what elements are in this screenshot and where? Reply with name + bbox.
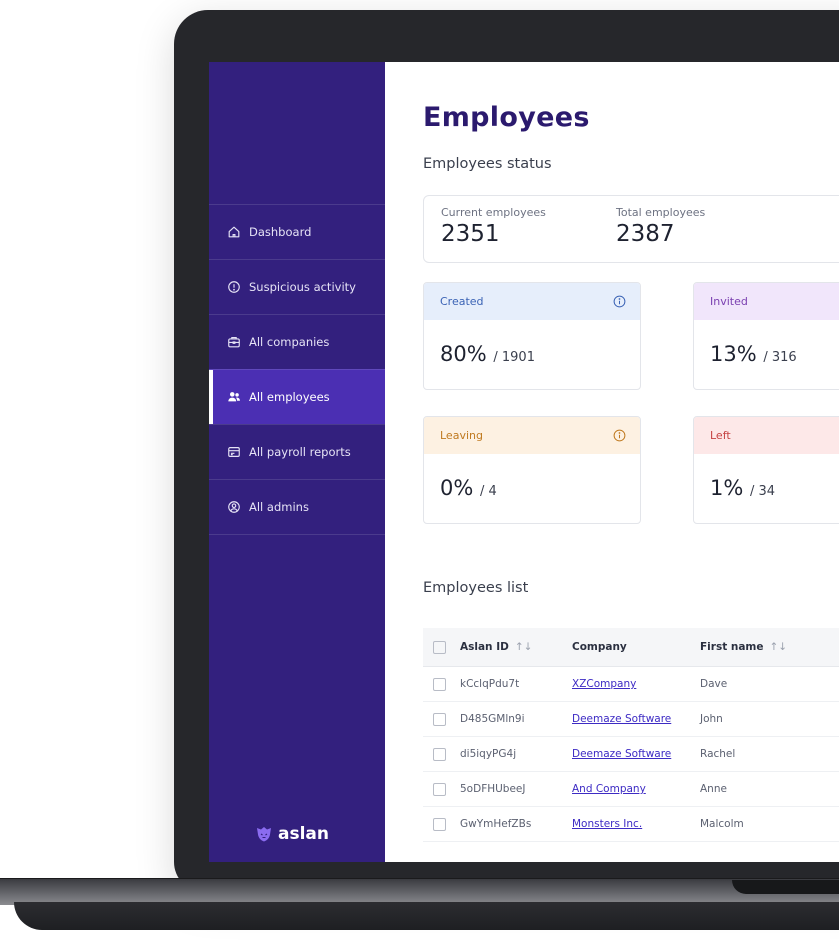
cell-aslan-id: di5iqyPG4j xyxy=(460,748,517,760)
sort-icon[interactable]: ↑↓ xyxy=(770,641,788,653)
column-header-first-name[interactable]: First name ↑↓ xyxy=(700,641,810,653)
admin-icon xyxy=(227,500,241,514)
table-row[interactable]: 5oDFHUbeeJ And Company Anne xyxy=(423,772,839,807)
card-header: Leaving xyxy=(424,417,640,454)
total-employees-stat: Total employees 2387 xyxy=(616,206,705,247)
laptop-notch xyxy=(732,880,839,894)
sidebar-item-label: Suspicious activity xyxy=(249,280,356,294)
cell-company-link[interactable]: Deemaze Software xyxy=(572,748,700,760)
cell-first-name: Dave xyxy=(700,678,728,690)
users-icon xyxy=(227,390,241,404)
briefcase-icon xyxy=(227,335,241,349)
info-icon[interactable] xyxy=(613,429,626,442)
logo-text: aslan xyxy=(278,824,329,844)
select-all-checkbox[interactable] xyxy=(433,640,446,654)
row-checkbox[interactable] xyxy=(433,817,446,831)
column-header-label: First name xyxy=(700,641,764,653)
main-content: Employees Employees status Current emplo… xyxy=(385,62,839,862)
row-checkbox[interactable] xyxy=(433,712,446,726)
sort-icon[interactable]: ↑↓ xyxy=(515,641,533,653)
cell-aslan-id: D485GMln9i xyxy=(460,713,525,725)
sidebar-nav: Dashboard Suspicious activity All compan… xyxy=(209,204,385,535)
cell-first-name: Anne xyxy=(700,783,727,795)
totals-card: Current employees 2351 Total employees 2… xyxy=(423,195,839,263)
card-value: 0% / 4 xyxy=(424,454,640,500)
current-employees-value: 2351 xyxy=(441,221,500,247)
status-heading: Employees status xyxy=(423,156,552,172)
column-header-label: Aslan ID xyxy=(460,641,509,653)
card-percent: 0% xyxy=(440,476,474,500)
status-card-created: Created 80% / 1901 xyxy=(423,282,641,390)
column-header-company: Company xyxy=(572,641,627,653)
card-fraction: / 1901 xyxy=(493,350,535,365)
card-fraction: / 316 xyxy=(763,350,797,365)
cell-aslan-id: kCclqPdu7t xyxy=(460,678,520,690)
sidebar-item-label: All companies xyxy=(249,335,330,349)
sidebar-item-label: All payroll reports xyxy=(249,445,351,459)
home-icon xyxy=(227,225,241,239)
card-header: Invited xyxy=(694,283,839,320)
card-value: 13% / 316 xyxy=(694,320,839,366)
card-label: Created xyxy=(440,295,484,308)
aslan-logo[interactable]: aslan xyxy=(255,824,329,844)
current-employees-label: Current employees xyxy=(441,206,546,219)
table-header-row: Aslan ID ↑↓ Company First name ↑↓ xyxy=(423,628,839,667)
card-label: Left xyxy=(710,429,731,442)
table-row[interactable]: di5iqyPG4j Deemaze Software Rachel xyxy=(423,737,839,772)
status-card-leaving: Leaving 0% / 4 xyxy=(423,416,641,524)
cell-first-name: John xyxy=(700,713,723,725)
sidebar-item-all-employees[interactable]: All employees xyxy=(209,369,385,424)
card-label: Leaving xyxy=(440,429,483,442)
total-employees-label: Total employees xyxy=(616,206,706,219)
payroll-icon xyxy=(227,445,241,459)
card-value: 1% / 34 xyxy=(694,454,839,500)
laptop-base xyxy=(0,878,839,905)
row-checkbox[interactable] xyxy=(433,782,446,796)
info-icon[interactable] xyxy=(613,295,626,308)
cell-first-name: Rachel xyxy=(700,748,736,760)
table-row[interactable]: kCclqPdu7t XZCompany Dave xyxy=(423,667,839,702)
cell-aslan-id: GwYmHefZBs xyxy=(460,818,532,830)
cell-company-link[interactable]: Deemaze Software xyxy=(572,713,700,725)
cell-company-link[interactable]: XZCompany xyxy=(572,678,700,690)
cell-company-link[interactable]: Monsters Inc. xyxy=(572,818,700,830)
sidebar-item-all-admins[interactable]: All admins xyxy=(209,479,385,535)
card-header: Created xyxy=(424,283,640,320)
current-employees-stat: Current employees 2351 xyxy=(441,206,546,247)
screen: Dashboard Suspicious activity All compan… xyxy=(209,62,839,862)
card-label: Invited xyxy=(710,295,748,308)
employees-table: Aslan ID ↑↓ Company First name ↑↓ kCclqPdu… xyxy=(423,628,839,842)
status-card-invited: Invited 13% / 316 xyxy=(693,282,839,390)
list-heading: Employees list xyxy=(423,580,529,596)
status-card-left: Left 1% / 34 xyxy=(693,416,839,524)
alert-circle-icon xyxy=(227,280,241,294)
cell-first-name: Malcolm xyxy=(700,818,744,830)
row-checkbox[interactable] xyxy=(433,747,446,761)
lion-logo-icon xyxy=(257,827,271,842)
table-row[interactable]: D485GMln9i Deemaze Software John xyxy=(423,702,839,737)
sidebar-item-label: All employees xyxy=(249,390,330,404)
sidebar-item-label: Dashboard xyxy=(249,225,312,239)
sidebar: Dashboard Suspicious activity All compan… xyxy=(209,62,385,862)
sidebar-item-dashboard[interactable]: Dashboard xyxy=(209,204,385,259)
card-header: Left xyxy=(694,417,839,454)
cell-aslan-id: 5oDFHUbeeJ xyxy=(460,783,526,795)
page-title: Employees xyxy=(423,102,590,133)
sidebar-item-label: All admins xyxy=(249,500,309,514)
table-row[interactable]: GwYmHefZBs Monsters Inc. Malcolm xyxy=(423,807,839,842)
card-percent: 1% xyxy=(710,476,744,500)
cell-company-link[interactable]: And Company xyxy=(572,783,700,795)
sidebar-item-all-companies[interactable]: All companies xyxy=(209,314,385,369)
row-checkbox[interactable] xyxy=(433,677,446,691)
card-percent: 13% xyxy=(710,342,757,366)
card-percent: 80% xyxy=(440,342,487,366)
column-header-aslan-id[interactable]: Aslan ID ↑↓ xyxy=(460,641,572,653)
card-fraction: / 34 xyxy=(750,484,776,499)
laptop-base-bottom xyxy=(14,902,839,930)
total-employees-value: 2387 xyxy=(616,221,675,247)
sidebar-item-suspicious-activity[interactable]: Suspicious activity xyxy=(209,259,385,314)
sidebar-item-all-payroll-reports[interactable]: All payroll reports xyxy=(209,424,385,479)
card-fraction: / 4 xyxy=(480,484,497,499)
card-value: 80% / 1901 xyxy=(424,320,640,366)
